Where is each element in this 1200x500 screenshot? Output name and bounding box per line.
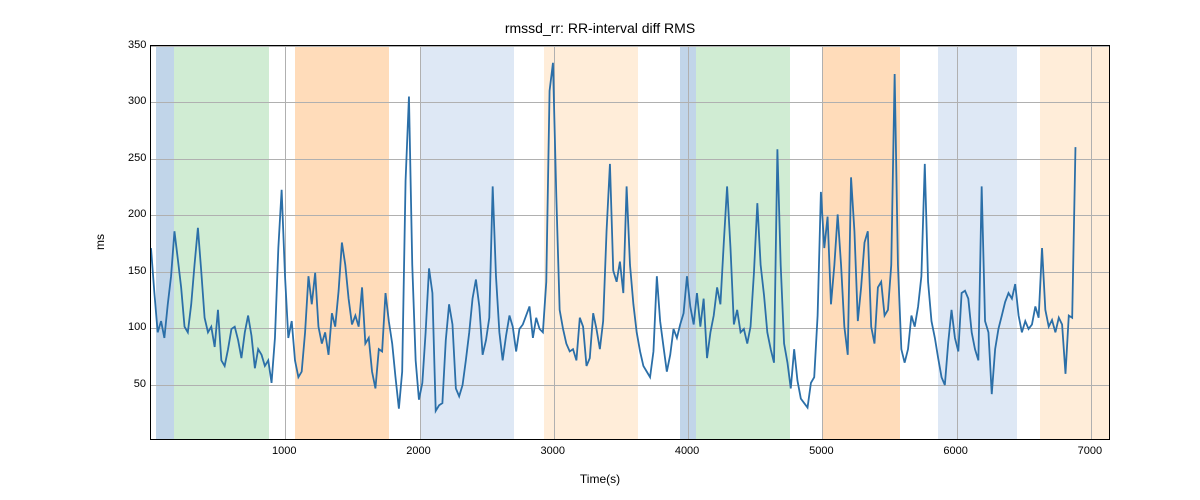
x-tick-label: 2000	[406, 445, 430, 457]
y-tick-label: 100	[128, 321, 146, 333]
y-axis-label: ms	[93, 234, 107, 250]
series-path	[151, 63, 1075, 411]
x-tick-label: 3000	[541, 445, 565, 457]
y-tick-label: 300	[128, 95, 146, 107]
chart-title: rmssd_rr: RR-interval diff RMS	[0, 20, 1200, 36]
y-tick-label: 200	[128, 208, 146, 220]
y-tick-label: 250	[128, 152, 146, 164]
y-tick-label: 50	[128, 378, 146, 390]
y-tick-label: 150	[128, 265, 146, 277]
x-tick-label: 5000	[809, 445, 833, 457]
x-axis-label: Time(s)	[0, 472, 1200, 486]
chart-container: rmssd_rr: RR-interval diff RMS 1000 2000 3…	[0, 0, 1200, 500]
y-tick-label: 350	[128, 39, 146, 51]
x-tick-label: 4000	[675, 445, 699, 457]
x-tick-label: 7000	[1078, 445, 1102, 457]
x-tick-label: 6000	[943, 445, 967, 457]
line-series	[151, 46, 1109, 439]
x-tick-label: 1000	[272, 445, 296, 457]
plot-area	[150, 45, 1110, 440]
